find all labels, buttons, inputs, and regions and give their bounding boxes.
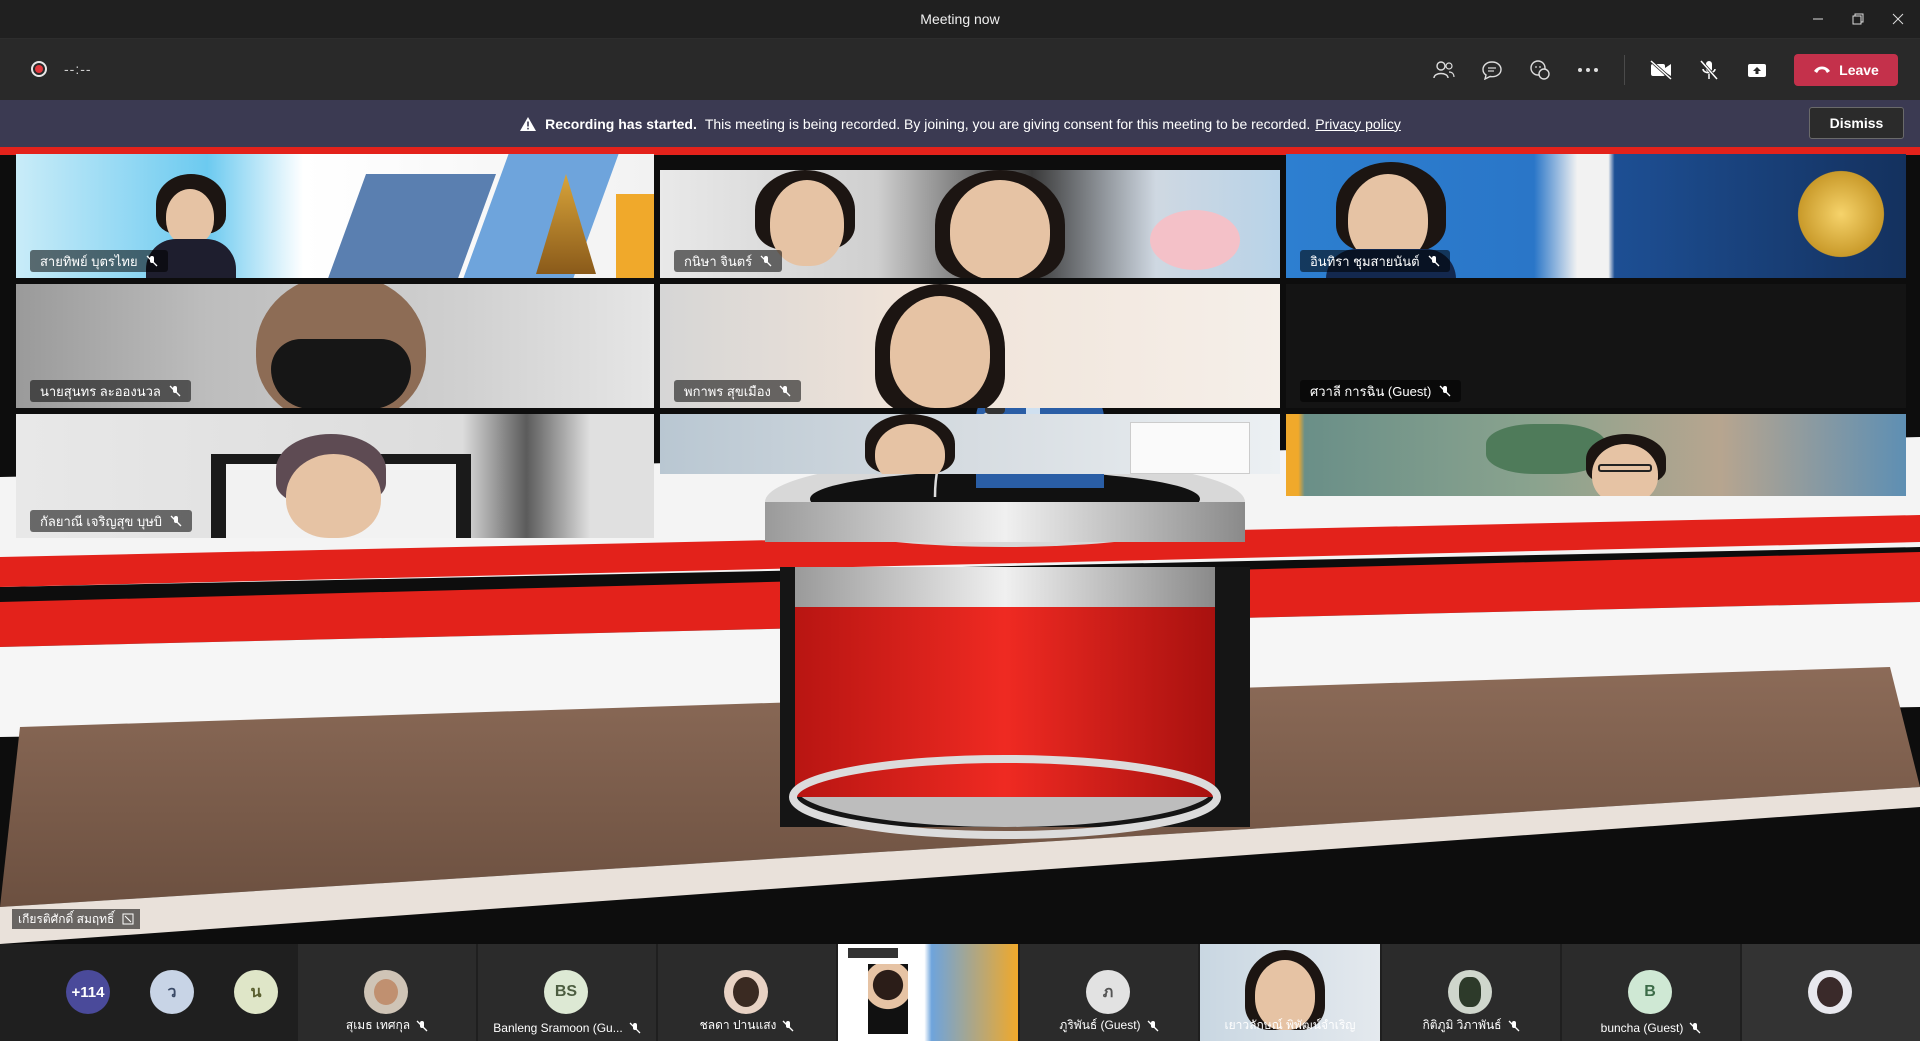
participant-thumb[interactable]: สุเมธ เทศกุล (298, 944, 476, 1041)
banner-text: This meeting is being recorded. By joini… (704, 115, 1311, 132)
self-avatar (1808, 970, 1852, 1014)
participant-name-tag: อินทิรา ชุมสายนันต์ (1300, 250, 1450, 272)
participant-label: buncha (Guest) (1562, 1021, 1740, 1035)
pinned-icon (122, 913, 134, 925)
participant-name-tag: ศวาลี การฉิน (Guest) (1300, 380, 1462, 402)
window-title: Meeting now (920, 11, 1000, 27)
recording-banner: Recording has started. This meeting is b… (0, 100, 1920, 147)
share-screen-button[interactable] (1743, 56, 1771, 84)
mic-off-icon (1699, 60, 1719, 80)
participant-name-tag: กัลยาณี เจริญสุข บุษบิ (30, 510, 193, 532)
mic-off-icon (760, 255, 772, 267)
participant-label: ภูริพันธ์ (Guest) (1020, 1016, 1198, 1035)
mic-off-icon (169, 385, 181, 397)
minimize-button[interactable] (1800, 6, 1836, 32)
participant-tile[interactable]: นายสุนทร ละอองนวล (16, 284, 654, 408)
close-button[interactable] (1880, 6, 1916, 32)
more-actions-button[interactable] (1574, 56, 1602, 84)
participant-video-thumb[interactable]: เยาวลักษณ์ พิพัฒน์จำเริญ (1200, 944, 1380, 1041)
dismiss-button[interactable]: Dismiss (1809, 107, 1904, 139)
mic-off-icon (146, 255, 158, 267)
people-icon (1433, 61, 1455, 79)
participant-initials: ภ (1086, 970, 1130, 1014)
title-bar: Meeting now (0, 0, 1920, 39)
participant-photo (364, 970, 408, 1014)
participant-thumb[interactable]: ภ ภูริพันธ์ (Guest) (1020, 944, 1198, 1041)
participant-tile[interactable] (660, 414, 1280, 474)
participant-tile[interactable]: ศวาลี การฉิน (Guest) (1286, 284, 1906, 408)
video-stage: สายทิพย์ บุตรไทย กนิษา จินตร์ อินทิรา ชุ… (0, 147, 1920, 944)
participant-avatar[interactable]: น (234, 970, 278, 1014)
chat-button[interactable] (1478, 56, 1506, 84)
participant-name-tag: กนิษา จินตร์ (674, 250, 783, 272)
mic-off-icon (629, 1022, 641, 1034)
share-tray-icon (1748, 64, 1766, 77)
participant-tile[interactable] (1286, 414, 1906, 496)
participants-button[interactable] (1430, 56, 1458, 84)
banner-title: Recording has started. (545, 115, 697, 132)
participant-tile[interactable]: กนิษา จินตร์ (660, 170, 1280, 278)
more-participants-button[interactable]: +114 (66, 970, 110, 1014)
meeting-toolbar: --:-- Leave (0, 39, 1920, 100)
meeting-timer: --:-- (64, 61, 92, 77)
mic-off-icon (779, 385, 791, 397)
participant-thumb[interactable]: กิติภูมิ วิภาพันธ์ (1382, 944, 1560, 1041)
participant-label: เยาวลักษณ์ พิพัฒน์จำเริญ (1224, 1018, 1356, 1032)
participant-tile[interactable]: กัลยาณี เจริญสุข บุษบิ (16, 414, 654, 538)
participant-avatar[interactable]: ว (150, 970, 194, 1014)
camera-off-icon (1649, 60, 1673, 80)
recording-icon (31, 61, 47, 77)
participant-photo (724, 970, 768, 1014)
mic-off-icon (1439, 385, 1451, 397)
participant-photo (1448, 970, 1492, 1014)
participant-thumb[interactable]: B buncha (Guest) (1562, 944, 1740, 1041)
leave-label: Leave (1839, 62, 1879, 78)
participant-tile[interactable]: สายทิพย์ บุตรไทย (16, 154, 654, 278)
restore-button[interactable] (1840, 6, 1876, 32)
mic-off-icon (1689, 1022, 1701, 1034)
participant-name-tag: นายสุนทร ละอองนวล (30, 380, 191, 402)
more-dots-icon (1578, 68, 1598, 72)
reaction-hand-icon (1530, 60, 1550, 80)
participant-initials: BS (544, 970, 588, 1014)
mic-off-icon (416, 1020, 428, 1031)
phone-hangup-icon (1814, 66, 1831, 73)
mic-toggle-button[interactable] (1695, 56, 1723, 84)
participant-label: กิติภูมิ วิภาพันธ์ (1382, 1016, 1560, 1035)
mic-off-icon (170, 515, 182, 527)
mic-off-icon (782, 1020, 794, 1031)
participant-strip: +114 ว น สุเมธ เทศกุล BS Banleng Sramoon… (0, 944, 1920, 1041)
mic-off-icon (1147, 1020, 1159, 1031)
chat-icon (1482, 61, 1502, 80)
participant-video-thumb[interactable] (838, 944, 1018, 1041)
participant-thumb[interactable]: BS Banleng Sramoon (Gu... (478, 944, 656, 1041)
self-view-thumb[interactable] (1742, 944, 1920, 1041)
participant-label: ชลดา ปานแสง (658, 1016, 836, 1035)
warning-icon (520, 116, 537, 131)
participant-label: Banleng Sramoon (Gu... (478, 1021, 656, 1035)
host-name-tag: เกียรติศักดิ์ สมฤทธิ์ (12, 909, 141, 929)
participant-name-tag: พกาพร สุขเมือง (674, 380, 801, 402)
mic-off-icon (1508, 1020, 1519, 1031)
participant-initials: B (1628, 970, 1672, 1014)
toolbar-divider (1624, 55, 1625, 85)
leave-button[interactable]: Leave (1794, 54, 1898, 86)
participant-name-tag: สายทิพย์ บุตรไทย (30, 250, 168, 272)
privacy-policy-link[interactable]: Privacy policy (1315, 116, 1401, 132)
reactions-button[interactable] (1526, 56, 1554, 84)
camera-toggle-button[interactable] (1647, 56, 1675, 84)
participant-label: สุเมธ เทศกุล (298, 1016, 476, 1035)
participant-thumb[interactable]: ชลดา ปานแสง (658, 944, 836, 1041)
mic-off-icon (1428, 255, 1440, 267)
participant-tile[interactable]: พกาพร สุขเมือง (660, 284, 1280, 408)
participant-tile[interactable]: อินทิรา ชุมสายนันต์ (1286, 154, 1906, 278)
